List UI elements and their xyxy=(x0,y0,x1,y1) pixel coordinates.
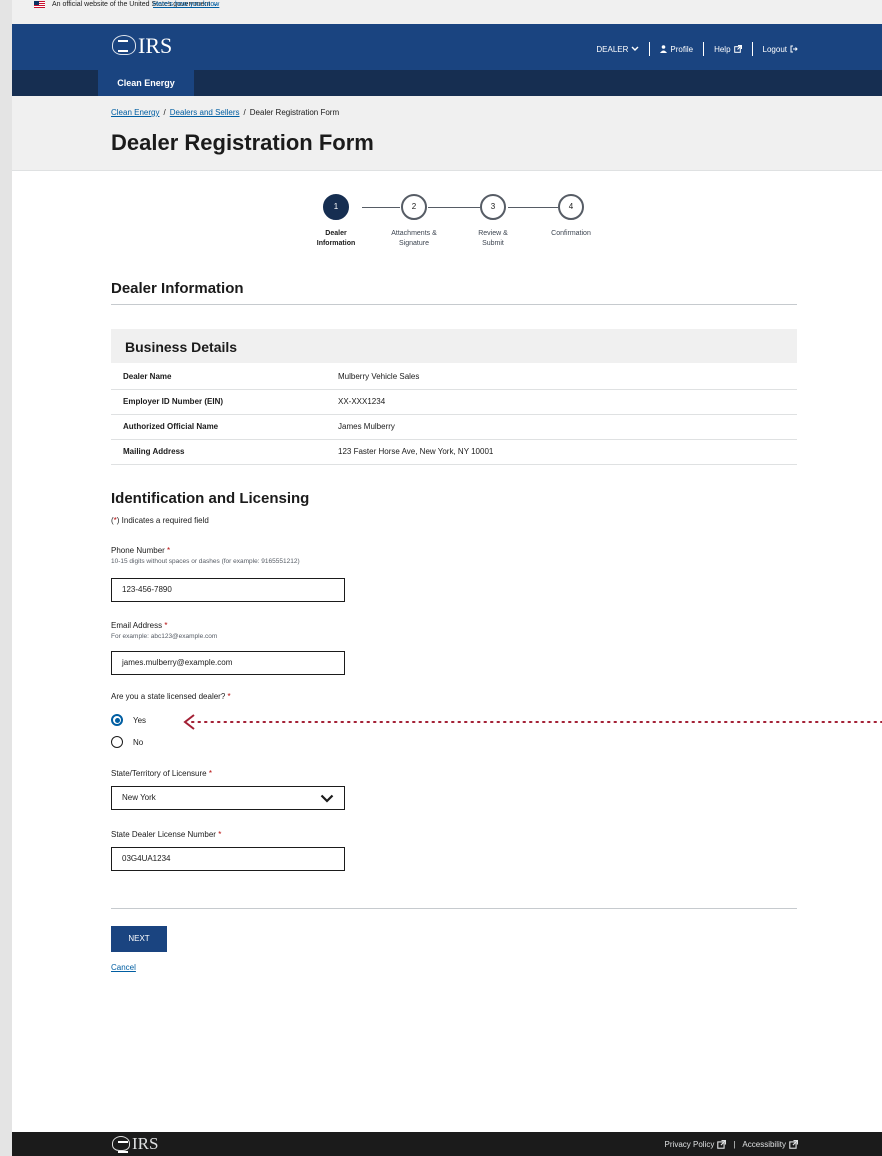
table-row: Authorized Official Name James Mulberry xyxy=(111,414,797,440)
footer-divider: | xyxy=(733,1140,736,1149)
state-select[interactable]: New York xyxy=(111,786,345,810)
step-1-circle: 1 xyxy=(323,194,349,220)
phone-label: Phone Number * xyxy=(111,546,171,555)
breadcrumb-current: Dealer Registration Form xyxy=(249,108,340,117)
phone-input[interactable]: 123-456-7890 xyxy=(111,578,345,602)
logout-icon xyxy=(790,45,798,53)
step-4-circle: 4 xyxy=(558,194,584,220)
license-label: State Dealer License Number * xyxy=(111,830,222,839)
business-details-heading: Business Details xyxy=(125,339,238,355)
row-key: Dealer Name xyxy=(123,372,172,381)
person-icon xyxy=(660,45,668,53)
state-label: State/Territory of Licensure * xyxy=(111,769,212,778)
row-value: James Mulberry xyxy=(338,422,395,431)
dealer-menu[interactable]: DEALER xyxy=(596,45,639,54)
site-footer: IRS Privacy Policy | Accessibility xyxy=(12,1132,882,1156)
row-value: XX-XXX1234 xyxy=(338,397,386,406)
license-number-input[interactable]: 03G4UA1234 xyxy=(111,847,345,871)
chevron-down-icon[interactable]: ⌄ xyxy=(212,0,219,8)
external-link-icon xyxy=(789,1140,798,1149)
step-1-label: Dealer Information xyxy=(316,230,356,247)
tab-bar: Clean Energy xyxy=(12,70,882,96)
step-4-label: Confirmation xyxy=(551,230,591,237)
radio-button[interactable] xyxy=(111,736,123,748)
external-link-icon xyxy=(733,45,742,53)
email-input[interactable]: james.mulberry@example.com xyxy=(111,651,345,675)
gov-banner-link[interactable]: Here's how you know xyxy=(153,1,219,8)
radio-button-selected[interactable] xyxy=(111,714,123,726)
business-details-header: Business Details xyxy=(111,329,797,363)
irs-eagle-icon xyxy=(112,35,136,55)
irs-logo[interactable]: IRS xyxy=(112,33,172,59)
phone-hint: 10-15 digits without spaces or dashes (f… xyxy=(111,558,300,565)
table-row: Dealer Name Mulberry Vehicle Sales xyxy=(111,364,797,390)
cancel-link[interactable]: Cancel xyxy=(111,963,136,972)
profile-link[interactable]: Profile xyxy=(660,45,693,54)
divider xyxy=(111,304,797,305)
privacy-policy-link[interactable]: Privacy Policy xyxy=(665,1140,715,1149)
radio-no[interactable]: No xyxy=(111,736,143,748)
breadcrumb-dealers-sellers[interactable]: Dealers and Sellers xyxy=(170,108,240,117)
chevron-down-icon xyxy=(320,794,334,803)
licensing-heading: Identification and Licensing xyxy=(111,490,310,507)
next-button[interactable]: NEXT xyxy=(111,926,167,952)
site-header: IRS DEALER Profile Help Logout xyxy=(12,24,882,70)
breadcrumb-separator: / xyxy=(163,108,166,117)
nav-divider xyxy=(751,42,753,56)
nav-divider xyxy=(703,42,705,56)
logout-link[interactable]: Logout xyxy=(763,45,798,54)
page: An official website of the United States… xyxy=(12,0,882,1156)
us-flag-icon xyxy=(34,1,45,8)
step-connector xyxy=(428,207,480,208)
breadcrumb-clean-energy[interactable]: Clean Energy xyxy=(111,108,159,117)
step-2-label: Attachments & Signature xyxy=(391,230,437,247)
footer-irs-logo[interactable]: IRS xyxy=(112,1134,158,1154)
footer-links: Privacy Policy | Accessibility xyxy=(665,1140,798,1149)
annotation-arrow-icon xyxy=(183,714,882,730)
nav-divider xyxy=(649,42,651,56)
step-connector xyxy=(362,207,400,208)
row-value: Mulberry Vehicle Sales xyxy=(338,372,420,381)
required-note: (*) Indicates a required field xyxy=(111,516,209,525)
divider xyxy=(111,908,797,909)
dealer-info-heading: Dealer Information xyxy=(111,280,244,297)
irs-eagle-icon xyxy=(112,1136,130,1153)
table-row: Employer ID Number (EIN) XX-XXX1234 xyxy=(111,389,797,415)
step-connector xyxy=(508,207,558,208)
step-2-circle: 2 xyxy=(401,194,427,220)
help-link[interactable]: Help xyxy=(714,45,742,54)
radio-yes[interactable]: Yes xyxy=(111,714,146,726)
header-nav: DEALER Profile Help Logout xyxy=(596,42,798,56)
breadcrumb: Clean Energy / Dealers and Sellers / Dealer … xyxy=(111,108,339,117)
email-hint: For example: abc123@example.com xyxy=(111,633,218,640)
row-key: Authorized Official Name xyxy=(123,422,219,431)
step-3-circle: 3 xyxy=(480,194,506,220)
breadcrumb-separator: / xyxy=(243,108,246,117)
licensed-question: Are you a state licensed dealer? * xyxy=(111,692,231,701)
email-label: Email Address * xyxy=(111,621,168,630)
tab-clean-energy[interactable]: Clean Energy xyxy=(98,70,194,96)
external-link-icon xyxy=(717,1140,727,1149)
row-key: Employer ID Number (EIN) xyxy=(123,397,224,406)
row-key: Mailing Address xyxy=(123,447,185,456)
accessibility-link[interactable]: Accessibility xyxy=(742,1140,786,1149)
step-3-label: Review & Submit xyxy=(478,230,508,247)
chevron-down-icon xyxy=(631,46,639,51)
row-value: 123 Faster Horse Ave, New York, NY 10001 xyxy=(338,447,494,456)
table-row: Mailing Address 123 Faster Horse Ave, Ne… xyxy=(111,439,797,465)
gov-banner: An official website of the United States… xyxy=(12,0,882,24)
page-title: Dealer Registration Form xyxy=(111,130,374,155)
